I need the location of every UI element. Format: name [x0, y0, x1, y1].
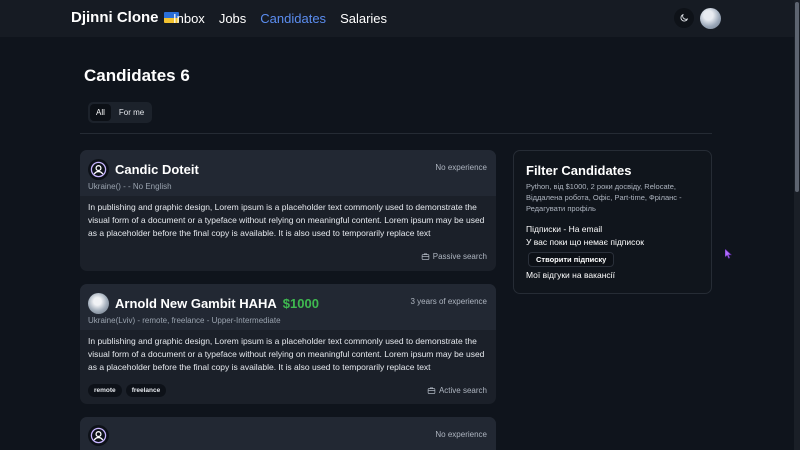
nav-links: Inbox Jobs Candidates Salaries [173, 11, 387, 26]
nav-link-inbox[interactable]: Inbox [173, 11, 205, 26]
candidate-name[interactable]: Candic Doteit [115, 162, 199, 177]
nav-link-jobs[interactable]: Jobs [219, 11, 246, 26]
candidate-description: In publishing and graphic design, Lorem … [88, 202, 485, 238]
candidate-name-text: Arnold New Gambit HAHA [115, 296, 277, 311]
filter-title: Filter Candidates [526, 163, 632, 178]
mouse-cursor-icon [725, 249, 732, 259]
tab-for-me[interactable]: For me [113, 104, 150, 121]
candidate-experience: 3 years of experience [410, 297, 488, 306]
candidate-experience: No experience [435, 430, 487, 439]
status-text: Passive search [432, 252, 487, 261]
brand-logo[interactable]: Djinni Clone [71, 9, 179, 26]
candidate-filter-tabs: All For me [88, 102, 153, 123]
candidate-salary: $1000 [282, 296, 319, 311]
page-title: Candidates 6 [84, 66, 190, 85]
candidate-name[interactable]: Arnold New Gambit HAHA $1000 [115, 296, 319, 311]
subscriptions-label: Підписки - На email [526, 224, 603, 234]
candidate-description: In publishing and graphic design, Lorem … [88, 336, 485, 372]
candidate-card-header: Candic Doteit No experience Ukraine() - … [80, 150, 496, 196]
candidate-experience: No experience [435, 163, 487, 172]
candidate-card[interactable]: Candic Doteit No experience Ukraine() - … [80, 150, 496, 271]
filter-panel: Filter Candidates Python, від $1000, 2 р… [513, 150, 712, 294]
candidate-meta: Ukraine() - - No English [88, 182, 172, 191]
candidate-card-header: No experience [80, 417, 496, 450]
scrollbar-thumb[interactable] [795, 2, 799, 192]
moon-icon [680, 13, 689, 22]
no-subscriptions-text: У вас поки що немає підписок [526, 237, 644, 247]
brand-name: Djinni Clone [71, 9, 159, 26]
briefcase-icon [421, 253, 429, 260]
candidate-tags: remote freelance [88, 384, 167, 397]
page-scrollbar[interactable] [794, 0, 800, 450]
navbar: Djinni Clone Inbox Jobs Candidates Salar… [0, 0, 794, 37]
candidate-card-header: Arnold New Gambit HAHA $1000 3 years of e… [80, 284, 496, 330]
candidate-card[interactable]: Arnold New Gambit HAHA $1000 3 years of e… [80, 284, 496, 404]
theme-toggle-button[interactable] [674, 8, 694, 28]
create-subscription-button[interactable]: Створити підписку [528, 252, 615, 267]
status-text: Active search [438, 386, 487, 395]
user-avatar[interactable] [700, 8, 721, 29]
filter-profile-summary[interactable]: Python, від $1000, 2 роки досвіду, Reloc… [526, 181, 706, 214]
tab-all[interactable]: All [90, 104, 111, 121]
tag-freelance: freelance [125, 384, 167, 397]
briefcase-icon [427, 387, 436, 394]
avatar [88, 293, 109, 314]
candidate-status: Active search [427, 386, 487, 395]
user-icon [90, 427, 107, 444]
user-icon [90, 161, 107, 178]
candidate-name-text: Candic Doteit [115, 162, 199, 177]
candidate-meta: Ukraine(Lviv) - remote, freelance - Uppe… [88, 316, 281, 325]
divider [80, 133, 712, 134]
nav-link-candidates[interactable]: Candidates [260, 11, 326, 26]
nav-link-salaries[interactable]: Salaries [340, 11, 387, 26]
my-responses-link[interactable]: Мої відгуки на вакансії [526, 270, 615, 280]
candidate-card[interactable]: No experience [80, 417, 496, 450]
avatar [88, 159, 109, 180]
avatar [88, 425, 109, 446]
candidate-status: Passive search [421, 252, 487, 261]
tag-remote: remote [88, 384, 122, 397]
